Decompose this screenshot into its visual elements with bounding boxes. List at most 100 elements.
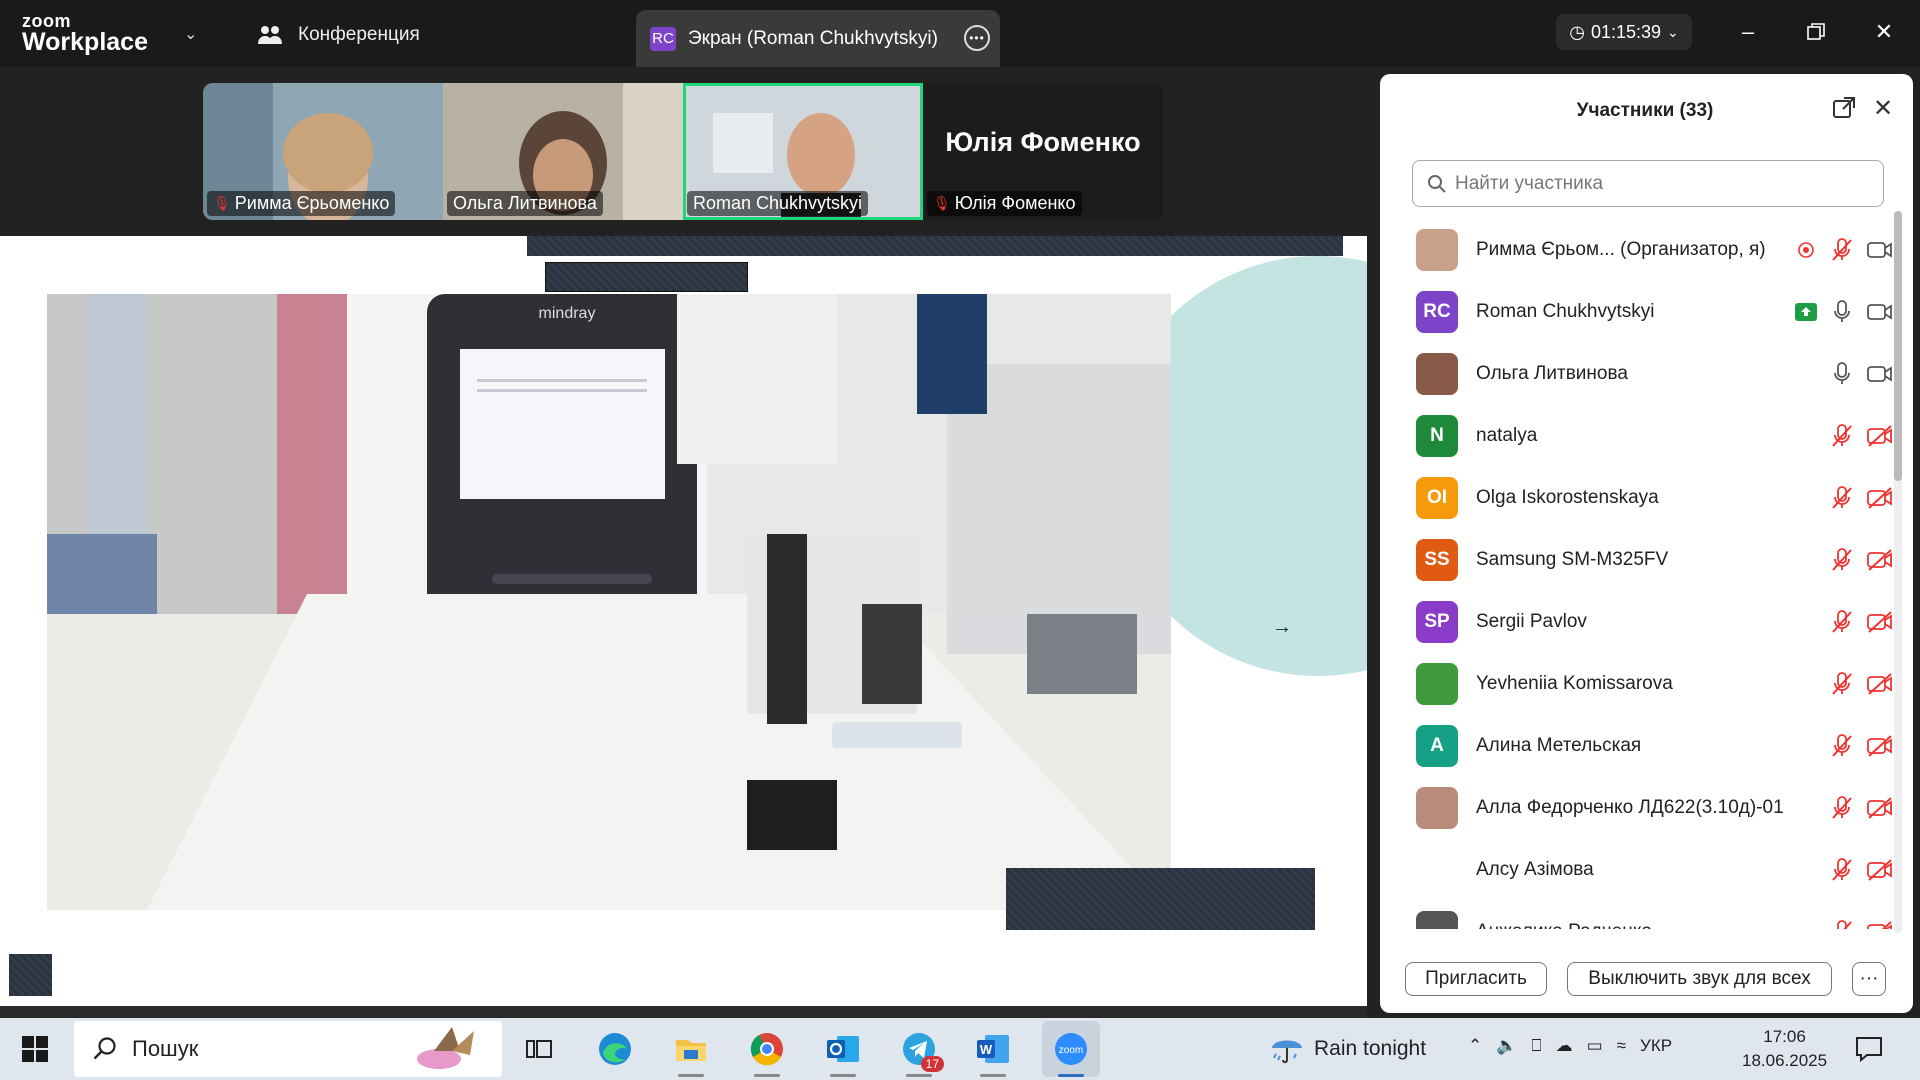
windows-taskbar: Пошук 17 W zoom Rain tonight ⌃ 🔈 ⎕ ☁ ▭ ≈…: [0, 1018, 1920, 1080]
mic-muted-icon[interactable]: [1829, 919, 1855, 929]
participant-status-icons: [1793, 299, 1895, 325]
video-thumbnails: 🎙 Римма Єрьоменко Ольга Литвинова Roman C…: [203, 83, 1163, 220]
search-label: Пошук: [132, 1036, 199, 1061]
maximize-button[interactable]: [1796, 14, 1836, 50]
close-panel-icon[interactable]: ✕: [1873, 94, 1893, 123]
video-icon[interactable]: [1865, 361, 1895, 387]
mute-all-button[interactable]: Выключить звук для всех: [1567, 962, 1832, 996]
video-off-icon[interactable]: [1865, 671, 1895, 697]
onedrive-icon[interactable]: ☁: [1556, 1036, 1573, 1056]
video-off-icon[interactable]: [1865, 609, 1895, 635]
participant-name: Samsung SM-M325FV: [1476, 549, 1669, 570]
participant-status-icons: [1829, 485, 1895, 511]
timer-text: 01:15:39: [1590, 21, 1662, 42]
video-icon[interactable]: [1865, 237, 1895, 263]
mic-muted-icon[interactable]: [1829, 547, 1855, 573]
meet-now-icon[interactable]: ⎕: [1531, 1036, 1541, 1056]
conference-tab[interactable]: Конференция: [256, 24, 420, 46]
chevron-down-icon[interactable]: ⌄: [184, 24, 197, 44]
popout-icon[interactable]: [1832, 96, 1858, 122]
file-explorer-icon[interactable]: [672, 1030, 710, 1077]
mic-muted-icon[interactable]: [1829, 857, 1855, 883]
mic-muted-icon[interactable]: [1829, 485, 1855, 511]
avatar: N: [1416, 415, 1458, 457]
participant-row[interactable]: Алла Федорченко ЛД622(3.10д)-01: [1380, 777, 1895, 839]
minimize-button[interactable]: –: [1728, 14, 1768, 50]
video-off-icon[interactable]: [1865, 547, 1895, 573]
participant-row[interactable]: Ольга Литвинова: [1380, 343, 1895, 405]
screen-share-tab[interactable]: RC Экран (Roman Chukhvytskyi) •••: [636, 10, 1000, 67]
participant-name: Анжелика Радченко: [1476, 921, 1652, 929]
task-view-icon[interactable]: [520, 1030, 558, 1068]
mic-muted-icon[interactable]: [1829, 609, 1855, 635]
shared-screen[interactable]: mindray →: [0, 236, 1367, 1006]
mic-icon[interactable]: [1829, 299, 1855, 325]
svg-text:W: W: [980, 1042, 993, 1057]
video-thumbnail[interactable]: 🎙 Римма Єрьоменко: [203, 83, 443, 220]
video-off-icon[interactable]: [1865, 423, 1895, 449]
video-icon[interactable]: [1865, 299, 1895, 325]
participant-row[interactable]: Анжелика Радченко: [1380, 901, 1895, 929]
participant-row[interactable]: Yevheniia Komissarova: [1380, 653, 1895, 715]
search-icon: [1428, 174, 1446, 193]
mic-muted-icon[interactable]: [1829, 423, 1855, 449]
video-off-icon[interactable]: [1865, 485, 1895, 511]
video-thumbnail-active-speaker[interactable]: Roman Chukhvytskyi: [683, 83, 923, 220]
close-window-button[interactable]: ✕: [1864, 14, 1904, 50]
wifi-icon[interactable]: ≈: [1617, 1036, 1626, 1056]
participant-row[interactable]: Римма Єрьом... (Организатор, я): [1380, 219, 1895, 281]
participant-name: Алсу Азімова: [1476, 859, 1594, 880]
participant-row[interactable]: SP Sergii Pavlov: [1380, 591, 1895, 653]
decorative-bar: [9, 954, 52, 996]
more-options-icon[interactable]: •••: [964, 25, 990, 51]
language-indicator[interactable]: УКР: [1640, 1036, 1672, 1056]
participant-row[interactable]: Nnatalya: [1380, 405, 1895, 467]
participant-row[interactable]: Алсу Азімова: [1380, 839, 1895, 901]
participant-name: Юлія Фоменко: [954, 193, 1076, 213]
more-options-button[interactable]: ···: [1852, 962, 1886, 996]
scrollbar-thumb[interactable]: [1894, 211, 1902, 481]
mic-icon[interactable]: [1829, 361, 1855, 387]
mic-muted-icon[interactable]: [1829, 237, 1855, 263]
participant-search-input[interactable]: Найти участника: [1412, 160, 1884, 207]
video-off-icon[interactable]: [1865, 733, 1895, 759]
participant-row[interactable]: A Алина Метельская: [1380, 715, 1895, 777]
taskbar-search[interactable]: Пошук: [74, 1021, 502, 1077]
slide-photo: mindray: [47, 294, 1171, 910]
mic-muted-icon[interactable]: [1829, 671, 1855, 697]
invite-button[interactable]: Пригласить: [1405, 962, 1547, 996]
chevron-up-icon[interactable]: ⌃: [1468, 1036, 1482, 1056]
windows-start-icon[interactable]: [22, 1036, 48, 1062]
panel-title: Участники (33): [1576, 100, 1714, 121]
taskbar-clock[interactable]: 17:06 18.06.2025: [1742, 1025, 1827, 1073]
avatar: SS: [1416, 539, 1458, 581]
speaker-icon[interactable]: 🔈: [1496, 1036, 1517, 1056]
battery-icon[interactable]: ▭: [1587, 1036, 1603, 1056]
mic-muted-icon[interactable]: [1829, 733, 1855, 759]
participant-name: Sergii Pavlov: [1476, 611, 1587, 632]
participant-row[interactable]: SS Samsung SM-M325FV: [1380, 529, 1895, 591]
telegram-icon[interactable]: 17: [900, 1030, 944, 1077]
edge-icon[interactable]: [596, 1030, 634, 1068]
outlook-icon[interactable]: [824, 1030, 862, 1077]
participant-name-tag: Roman Chukhvytskyi: [687, 191, 869, 216]
search-icon: [93, 1037, 116, 1060]
umbrella-icon: [1272, 1040, 1302, 1064]
participant-name: Римма Єрьоменко: [234, 193, 390, 213]
chrome-icon[interactable]: [748, 1030, 786, 1077]
video-off-icon[interactable]: [1865, 919, 1895, 929]
mic-muted-icon[interactable]: [1829, 795, 1855, 821]
weather-widget[interactable]: Rain tonight: [1270, 1032, 1426, 1066]
mic-muted-icon: 🎙: [933, 195, 951, 211]
video-thumbnail[interactable]: Ольга Литвинова: [443, 83, 683, 220]
zoom-taskbar-icon[interactable]: zoom: [1042, 1021, 1100, 1077]
video-thumbnail[interactable]: Юлія Фоменко 🎙 Юлія Фоменко: [923, 83, 1163, 220]
participant-name: Roman Chukhvytskyi: [693, 193, 863, 213]
participant-row[interactable]: OI Olga Iskorostenskaya: [1380, 467, 1895, 529]
meeting-timer[interactable]: ◷ 01:15:39 ⌄: [1556, 14, 1692, 50]
video-off-icon[interactable]: [1865, 857, 1895, 883]
video-off-icon[interactable]: [1865, 795, 1895, 821]
notification-icon[interactable]: [1855, 1036, 1883, 1063]
participant-row[interactable]: RC Roman Chukhvytskyi: [1380, 281, 1895, 343]
word-icon[interactable]: W: [974, 1030, 1012, 1077]
